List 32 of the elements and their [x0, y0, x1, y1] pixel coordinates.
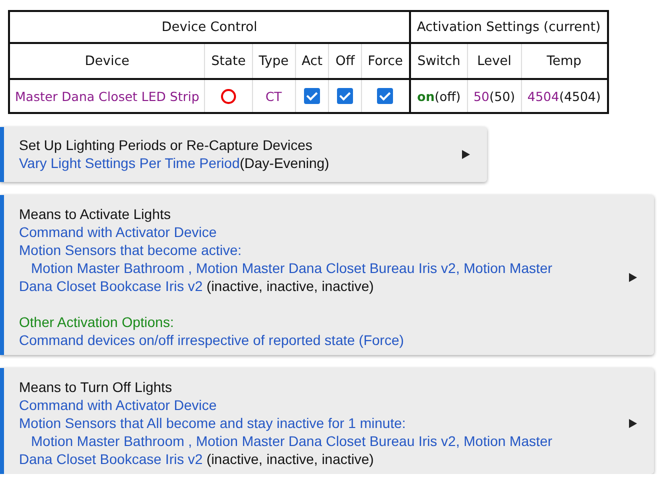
expand-arrow-icon — [629, 418, 637, 428]
level-value: 50 — [473, 88, 490, 104]
column-header: Switch — [410, 43, 468, 79]
section-panel[interactable] — [0, 195, 654, 355]
settings-link[interactable]: Motion Sensors that become active: — [19, 241, 629, 259]
checkbox[interactable] — [377, 88, 394, 104]
sensor-list: Motion Master Bathroom , Motion Master Dana Closet Bureau Iris v2, Motion Master Dana Closet Bookcase Iris v2 (inactive, inactive, inactive) — [19, 259, 629, 295]
expand-arrow-icon — [629, 272, 637, 282]
sensor-list: Motion Master Bathroom , Motion Master Dana Closet Bureau Iris v2, Motion Master Dana Closet Bookcase Iris v2 (inactive, inactive, inactive) — [19, 432, 629, 468]
section-panel[interactable] — [0, 368, 654, 474]
settings-link[interactable]: Motion Sensors that All become and stay inactive for 1 minute: — [19, 414, 629, 432]
temp-value: 4504 — [527, 88, 560, 104]
switch-current-value: (off) — [434, 88, 461, 104]
section-title: Set Up Lighting Periods or Re-Capture Devices — [19, 136, 314, 154]
switch-value: on — [417, 88, 435, 104]
section-title: Means to Activate Lights — [19, 205, 172, 223]
period-note: (Day-Evening) — [240, 155, 330, 171]
settings-link[interactable]: Vary Light Settings Per Time Period — [19, 155, 240, 171]
level-current-value: (50) — [489, 88, 516, 104]
temp-current-value: (4504) — [559, 88, 601, 104]
settings-link[interactable]: Command with Activator Device — [19, 396, 629, 414]
settings-link[interactable]: Command devices on/off irrespective of reported state (Force) — [19, 331, 629, 349]
checkbox[interactable] — [337, 88, 354, 104]
settings-link[interactable]: Command with Activator Device — [19, 223, 629, 241]
type-cell: CT — [252, 79, 296, 113]
device-name-link[interactable]: Master Dana Closet LED Strip — [9, 79, 205, 113]
options-heading: Other Activation Options: — [19, 313, 175, 331]
expand-arrow-icon — [462, 150, 470, 158]
section-panel[interactable]: Set Up Lighting Periods or Re-Capture Devices Vary Light Settings Per Time Period(Day-Evening) — [0, 127, 487, 182]
group-header: Activation Settings (current) — [410, 11, 608, 43]
section-title: Means to Turn Off Lights — [19, 378, 174, 396]
checkbox[interactable] — [304, 88, 320, 104]
